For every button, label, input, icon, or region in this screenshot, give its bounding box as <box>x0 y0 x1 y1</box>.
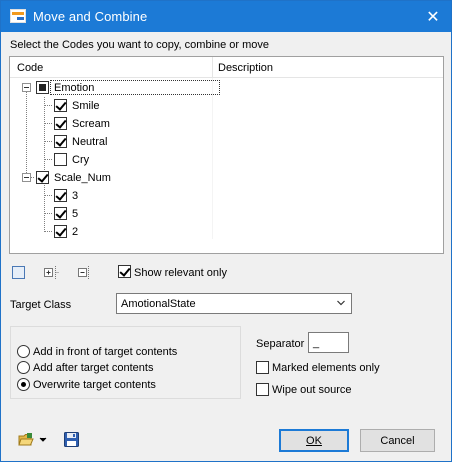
collapse-emotion-icon[interactable] <box>22 83 31 92</box>
separator-value: _ <box>313 337 320 349</box>
tree-node-3[interactable]: 3 <box>72 190 78 202</box>
show-relevant-label[interactable]: Show relevant only <box>134 267 227 279</box>
close-icon: ✕ <box>426 8 440 26</box>
ok-button-label: OK <box>306 434 322 447</box>
code-tree[interactable]: Code Description Emotion Smile Scream Ne… <box>9 56 444 254</box>
tree-node-5[interactable]: 5 <box>72 208 78 220</box>
collapse-all-icon[interactable] <box>75 266 91 279</box>
title-bar: Move and Combine ✕ <box>1 1 451 32</box>
close-button[interactable]: ✕ <box>415 1 451 32</box>
cry-checkbox[interactable] <box>54 153 67 166</box>
separator-label: Separator <box>256 338 305 350</box>
ok-button[interactable]: OK <box>279 429 349 452</box>
radio-add-front-label[interactable]: Add in front of target contents <box>33 346 177 358</box>
marked-only-checkbox[interactable] <box>256 361 269 374</box>
tree-horizontal-scrollbar[interactable] <box>10 239 443 253</box>
scale-num-checkbox[interactable] <box>36 171 49 184</box>
wipe-source-label[interactable]: Wipe out source <box>272 384 351 396</box>
tree-node-scream[interactable]: Scream <box>72 118 110 130</box>
tree-node-cry[interactable]: Cry <box>72 154 89 166</box>
radio-overwrite-label[interactable]: Overwrite target contents <box>33 379 156 391</box>
instruction-text: Select the Codes you want to copy, combi… <box>10 39 270 51</box>
tree-node-neutral[interactable]: Neutral <box>72 136 107 148</box>
checkbox-square-icon[interactable] <box>12 266 25 279</box>
tree-node-2[interactable]: 2 <box>72 226 78 238</box>
scale-2-checkbox[interactable] <box>54 225 67 238</box>
radio-add-after-label[interactable]: Add after target contents <box>33 362 153 374</box>
neutral-checkbox[interactable] <box>54 135 67 148</box>
column-code[interactable]: Code <box>17 62 43 74</box>
separator-input[interactable]: _ <box>308 332 349 353</box>
show-relevant-checkbox[interactable] <box>118 265 131 278</box>
column-description[interactable]: Description <box>218 62 273 74</box>
target-class-select[interactable]: AmotionalState <box>116 293 352 314</box>
chevron-down-icon <box>337 300 345 306</box>
marked-only-label[interactable]: Marked elements only <box>272 362 380 374</box>
tree-header: Code Description <box>10 57 443 78</box>
collapse-scale-num-icon[interactable] <box>22 173 31 182</box>
radio-add-front[interactable] <box>17 345 30 358</box>
radio-add-after[interactable] <box>17 361 30 374</box>
move-combine-dialog: Move and Combine ✕ Select the Codes you … <box>0 0 452 462</box>
scream-checkbox[interactable] <box>54 117 67 130</box>
radio-overwrite[interactable] <box>17 378 30 391</box>
save-disk-icon[interactable] <box>64 432 79 447</box>
target-class-label: Target Class <box>10 299 72 311</box>
app-icon <box>10 9 26 23</box>
tree-node-emotion[interactable]: Emotion <box>54 82 94 94</box>
smile-checkbox[interactable] <box>54 99 67 112</box>
target-class-value: AmotionalState <box>121 298 196 310</box>
wipe-source-checkbox[interactable] <box>256 383 269 396</box>
expand-all-icon[interactable] <box>44 266 60 279</box>
open-folder-icon[interactable] <box>18 432 48 448</box>
tree-node-scale-num[interactable]: Scale_Num <box>54 172 111 184</box>
scale-3-checkbox[interactable] <box>54 189 67 202</box>
emotion-checkbox[interactable] <box>36 81 49 94</box>
window-title: Move and Combine <box>33 9 148 24</box>
cancel-button[interactable]: Cancel <box>360 429 435 452</box>
scale-5-checkbox[interactable] <box>54 207 67 220</box>
cancel-button-label: Cancel <box>380 434 415 447</box>
tree-node-smile[interactable]: Smile <box>72 100 100 112</box>
